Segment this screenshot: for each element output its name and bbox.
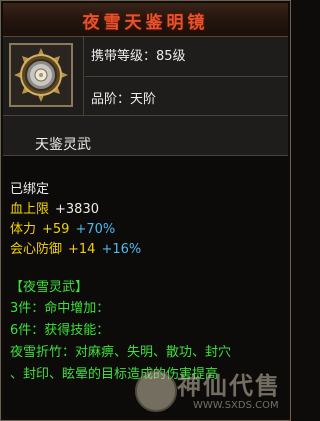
watermark-text: 神仙代售: [177, 372, 281, 400]
stat-percent: +16%: [101, 242, 142, 257]
stat-label: 血上限: [10, 202, 50, 217]
header-divider-bottom: [3, 115, 288, 116]
title-bar: 夜雪天鉴明镜: [3, 3, 288, 37]
stat-label: 会心防御: [10, 242, 63, 257]
set-name: 【夜雪灵武】: [10, 280, 89, 295]
stat-value: +59: [42, 222, 70, 237]
item-icon-slot[interactable]: [9, 43, 73, 107]
stat-row: 血上限 +3830: [10, 198, 99, 217]
header-divider-horizontal: [85, 76, 288, 77]
stat-row: 体力 +59 +70%: [10, 218, 115, 237]
carry-level: 携带等级：85级: [91, 49, 186, 64]
mascot-icon: [135, 370, 177, 412]
item-type-name: 天鉴灵武: [35, 137, 91, 153]
spiked-mirror-icon: [14, 48, 68, 102]
watermark-url: WWW.SXDS.COM: [193, 400, 279, 411]
item-grade: 品阶：天阶: [91, 92, 157, 107]
set-bonus-6: 6件：获得技能：: [10, 323, 110, 338]
stat-value: +3830: [55, 202, 99, 217]
stat-row: 会心防御 +14 +16%: [10, 238, 141, 257]
bound-status: 已绑定: [10, 182, 50, 197]
set-bonus-3: 3件：命中增加：: [10, 301, 110, 316]
item-title: 夜雪天鉴明镜: [82, 13, 209, 33]
item-header: 携带等级：85级 品阶：天阶 天鉴灵武: [3, 37, 288, 156]
stat-percent: +70%: [75, 222, 116, 237]
item-tooltip: 夜雪天鉴明镜 携带等级：85级 品阶：天阶 天鉴灵武 已绑定 血上限 +3830…: [0, 0, 291, 421]
header-divider-vertical: [83, 37, 84, 115]
stat-value: +14: [68, 242, 96, 257]
stat-label: 体力: [10, 222, 37, 237]
watermark: 神仙代售 WWW.SXDS.COM: [131, 356, 291, 418]
